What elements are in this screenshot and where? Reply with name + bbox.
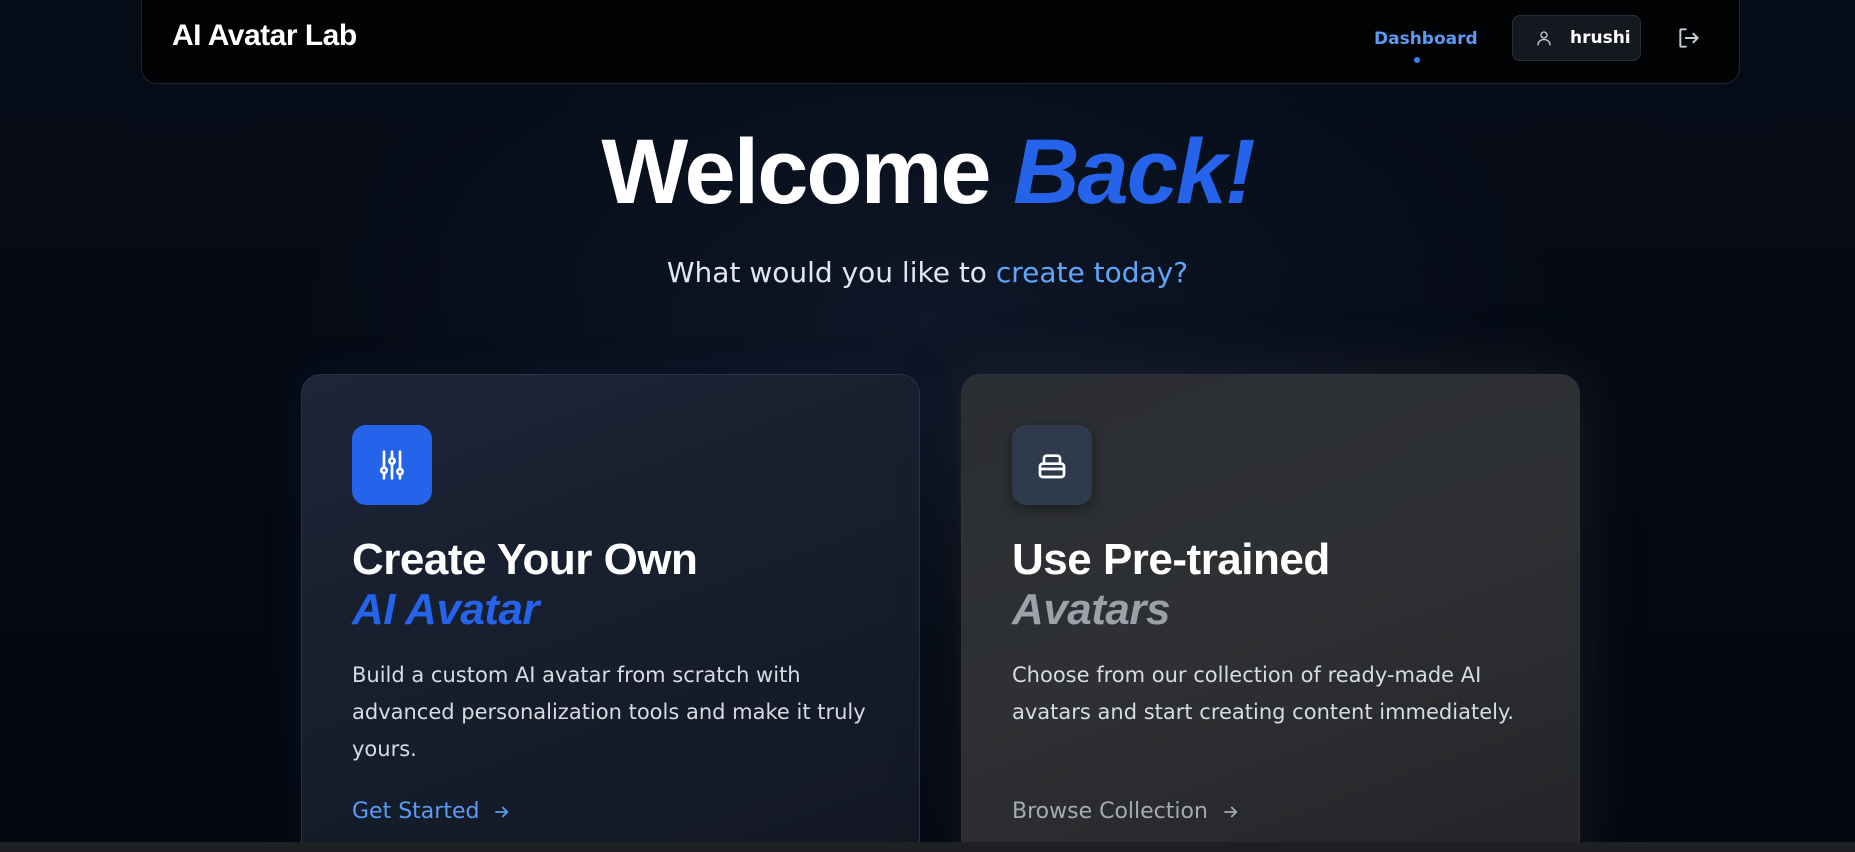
arrow-right-icon xyxy=(1224,806,1238,817)
user-name: hrushi xyxy=(1570,28,1631,48)
create-avatar-icon-badge xyxy=(352,425,432,505)
pretrained-title-line2: Avatars xyxy=(1012,585,1170,634)
browse-collection-link[interactable]: Browse Collection xyxy=(1012,799,1240,824)
brand-logo[interactable]: AI Avatar Lab xyxy=(172,19,357,53)
get-started-label: Get Started xyxy=(352,799,480,824)
arrow-right-icon xyxy=(495,806,509,817)
pretrained-avatars-card[interactable]: Use Pre-trained Avatars Choose from our … xyxy=(961,374,1580,852)
create-avatar-card[interactable]: Create Your Own AI Avatar Build a custom… xyxy=(301,374,920,852)
page: AI Avatar Lab Dashboard hrushi Welcome B… xyxy=(0,0,1855,852)
page-subtitle: What would you like to create today? xyxy=(0,256,1855,289)
sliders-icon xyxy=(380,450,404,480)
logout-icon[interactable] xyxy=(1676,25,1702,51)
get-started-link[interactable]: Get Started xyxy=(352,799,511,824)
browse-collection-label: Browse Collection xyxy=(1012,799,1208,824)
page-title-accent: Back! xyxy=(1013,121,1256,223)
create-avatar-description: Build a custom AI avatar from scratch wi… xyxy=(352,663,866,761)
pretrained-title: Use Pre-trained Avatars xyxy=(1012,535,1330,635)
top-navbar: AI Avatar Lab Dashboard hrushi xyxy=(141,0,1740,84)
user-menu-button[interactable]: hrushi xyxy=(1512,15,1641,61)
nav-dashboard-link[interactable]: Dashboard xyxy=(1374,29,1478,49)
active-nav-indicator xyxy=(1414,57,1420,63)
pretrained-title-line1: Use Pre-trained xyxy=(1012,535,1330,584)
page-subtitle-accent: create today? xyxy=(995,256,1189,289)
bottom-edge-bar xyxy=(0,842,1855,852)
pretrained-description: Choose from our collection of ready-made… xyxy=(1012,663,1515,724)
pretrained-icon-badge xyxy=(1012,425,1092,505)
page-subtitle-main: What would you like to xyxy=(666,256,987,289)
create-avatar-title: Create Your Own AI Avatar xyxy=(352,535,698,635)
create-avatar-title-line2: AI Avatar xyxy=(352,585,540,634)
create-avatar-title-line1: Create Your Own xyxy=(352,535,698,584)
user-icon xyxy=(1537,31,1551,46)
container-icon xyxy=(1038,454,1066,479)
page-title-main: Welcome xyxy=(601,121,991,223)
page-title: Welcome Back! xyxy=(0,121,1855,223)
